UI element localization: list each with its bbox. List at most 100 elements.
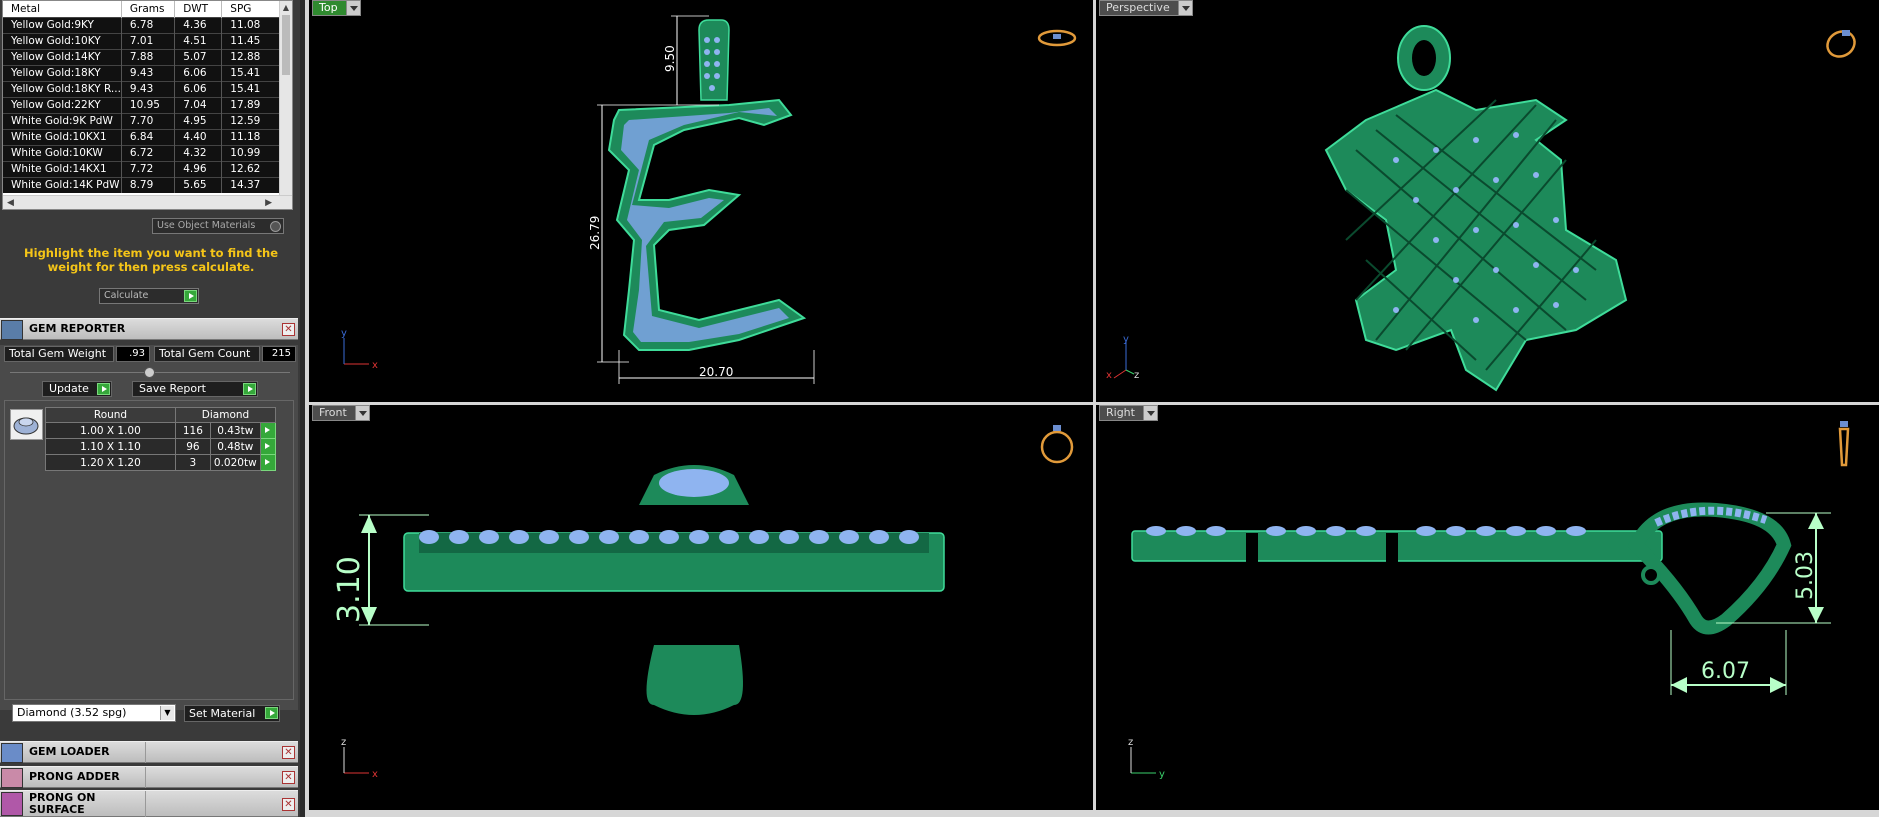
table-row[interactable]: White Gold:10KX1 6.84 4.40 11.18 [3,128,280,145]
play-icon[interactable] [97,383,110,395]
gem-reporter-header[interactable]: GEM REPORTER ✕ [0,318,298,340]
calculate-button[interactable]: Calculate [99,288,199,304]
use-object-materials-label: Use Object Materials [157,220,256,231]
axis-z-label: z [1134,370,1139,381]
play-icon[interactable] [184,290,197,302]
close-icon[interactable]: ✕ [282,323,295,336]
table-cell: 5.65 [174,176,223,193]
ring-nav-icon[interactable] [1823,27,1859,62]
right-view-render: 5.03 6.07 y z [1128,421,1850,780]
table-cell: 7.72 [121,160,176,177]
ring-nav-icon[interactable] [1040,425,1074,464]
table-cell: Yellow Gold:10KY [3,32,122,49]
table-row[interactable]: Yellow Gold:10KY 7.01 4.51 11.45 [3,32,280,49]
scroll-right-icon[interactable]: ▶ [265,196,272,210]
material-select[interactable]: Diamond (3.52 spg) ▼ [12,704,176,722]
prong-on-surface-header[interactable]: PRONG ON SURFACE ✕ [0,790,298,817]
table-cell: Yellow Gold:14KY [3,48,122,65]
prong-adder-icon [1,768,23,788]
table-cell: 5.07 [174,48,223,65]
round-gem-thumbnail[interactable] [10,409,43,440]
table-cell: 7.70 [121,112,176,129]
gem-weight-cell: 0.020tw [209,454,261,471]
play-icon[interactable] [259,454,277,471]
table-cell: 7.01 [121,32,176,49]
top-viewport[interactable]: Top 26.79 9.50 20.70 x y [309,0,1093,402]
table-cell: Yellow Gold:18KY [3,64,122,81]
update-button[interactable]: Update [42,381,112,397]
metal-table-header[interactable]: SPG [221,1,280,17]
gem-row[interactable]: 1.10 X 1.10 96 0.48tw [45,438,277,455]
table-row[interactable]: White Gold:14K PdW 8.79 5.65 14.37 [3,176,280,193]
metal-table-header[interactable]: Metal [3,1,122,17]
axis-y-label: y [1123,334,1129,345]
axis-y-label: y [1159,769,1165,780]
diamond-icon [11,410,42,439]
radio-icon[interactable] [270,221,281,232]
horizontal-scrollbar[interactable]: ◀ ▶ [3,195,292,209]
prong-adder-header[interactable]: PRONG ADDER ✕ [0,766,298,788]
close-icon[interactable]: ✕ [282,798,295,811]
gem-row[interactable]: 1.00 X 1.00 116 0.43tw [45,422,277,439]
axis-x-label: x [372,360,378,371]
table-cell: 12.62 [221,160,280,177]
scroll-up-icon[interactable]: ▲ [280,1,292,14]
dim-width-label: 6.07 [1701,659,1750,684]
close-icon[interactable]: ✕ [282,771,295,784]
metal-table: Metal Grams DWT SPG Yellow Gold:9KY 6.78 4.36… [3,1,280,193]
dim-thickness-label: 3.10 [332,556,367,623]
perspective-viewport[interactable]: Perspective x y z [1096,0,1879,402]
table-row[interactable]: White Gold:9K PdW 7.70 4.95 12.59 [3,112,280,129]
table-cell: 6.06 [174,64,223,81]
gem-weight-cell: 0.48tw [209,438,261,455]
scroll-left-icon[interactable]: ◀ [7,196,14,210]
table-row[interactable]: White Gold:10KW 6.72 4.32 10.99 [3,144,280,161]
gem-row[interactable]: 1.20 X 1.20 3 0.020tw [45,454,277,471]
gem-size-cell: 1.10 X 1.10 [45,438,176,455]
play-icon[interactable] [259,422,277,439]
table-cell: White Gold:14KX1 [3,160,122,177]
right-viewport[interactable]: Right 5.03 6.07 y z [1096,405,1879,810]
calculate-label: Calculate [104,290,149,301]
set-material-button[interactable]: Set Material [184,705,280,722]
play-icon[interactable] [259,438,277,455]
vertical-scrollbar[interactable]: ▲ [279,1,292,195]
dim-height-label: 26.79 [588,216,602,250]
close-icon[interactable]: ✕ [282,746,295,759]
table-cell: White Gold:10KX1 [3,128,122,145]
app-window: Metal Grams DWT SPG Yellow Gold:9KY 6.78 4.36… [0,0,1879,817]
front-viewport[interactable]: Front 3.10 x z [309,405,1093,810]
prong-on-surface-icon [1,792,23,816]
hint-text: Highlight the item you want to find the … [24,246,278,274]
table-row[interactable]: Yellow Gold:18KY 9.43 6.06 15.41 [3,64,280,81]
metal-weight-table[interactable]: Metal Grams DWT SPG Yellow Gold:9KY 6.78 4.36… [2,0,293,210]
chevron-down-icon[interactable]: ▼ [160,706,174,720]
gem-count-cell: 96 [175,438,211,455]
viewport-area: Top 26.79 9.50 20.70 x y Perspective x y… [305,0,1879,817]
table-cell: 6.84 [121,128,176,145]
gem-loader-header[interactable]: GEM LOADER ✕ [0,741,298,763]
axis-z-label: z [341,737,346,748]
play-icon[interactable] [265,707,278,719]
metal-table-header[interactable]: Grams [121,1,176,17]
use-object-materials-toggle[interactable]: Use Object Materials [152,218,284,234]
table-cell: Yellow Gold:18KY R... [3,80,122,97]
save-report-button[interactable]: Save Report [132,381,258,397]
table-row[interactable]: White Gold:14KX1 7.72 4.96 12.62 [3,160,280,177]
table-row[interactable]: Yellow Gold:9KY 6.78 4.36 11.08 [3,16,280,33]
collapse-icon[interactable] [144,367,155,378]
table-cell: 11.45 [221,32,280,49]
table-cell: Yellow Gold:22KY [3,96,122,113]
table-row[interactable]: Yellow Gold:14KY 7.88 5.07 12.88 [3,48,280,65]
scroll-thumb[interactable] [282,15,290,75]
table-cell: 9.43 [121,80,176,97]
table-cell: 4.32 [174,144,223,161]
gem-count-cell: 116 [175,422,211,439]
play-icon[interactable] [243,383,256,395]
metal-table-header[interactable]: DWT [174,1,223,17]
ring-nav-icon[interactable] [1037,29,1077,47]
table-cell: Yellow Gold:9KY [3,16,122,33]
table-row[interactable]: Yellow Gold:22KY 10.95 7.04 17.89 [3,96,280,113]
ring-nav-icon[interactable] [1838,421,1850,467]
table-row[interactable]: Yellow Gold:18KY R... 9.43 6.06 15.41 [3,80,280,97]
